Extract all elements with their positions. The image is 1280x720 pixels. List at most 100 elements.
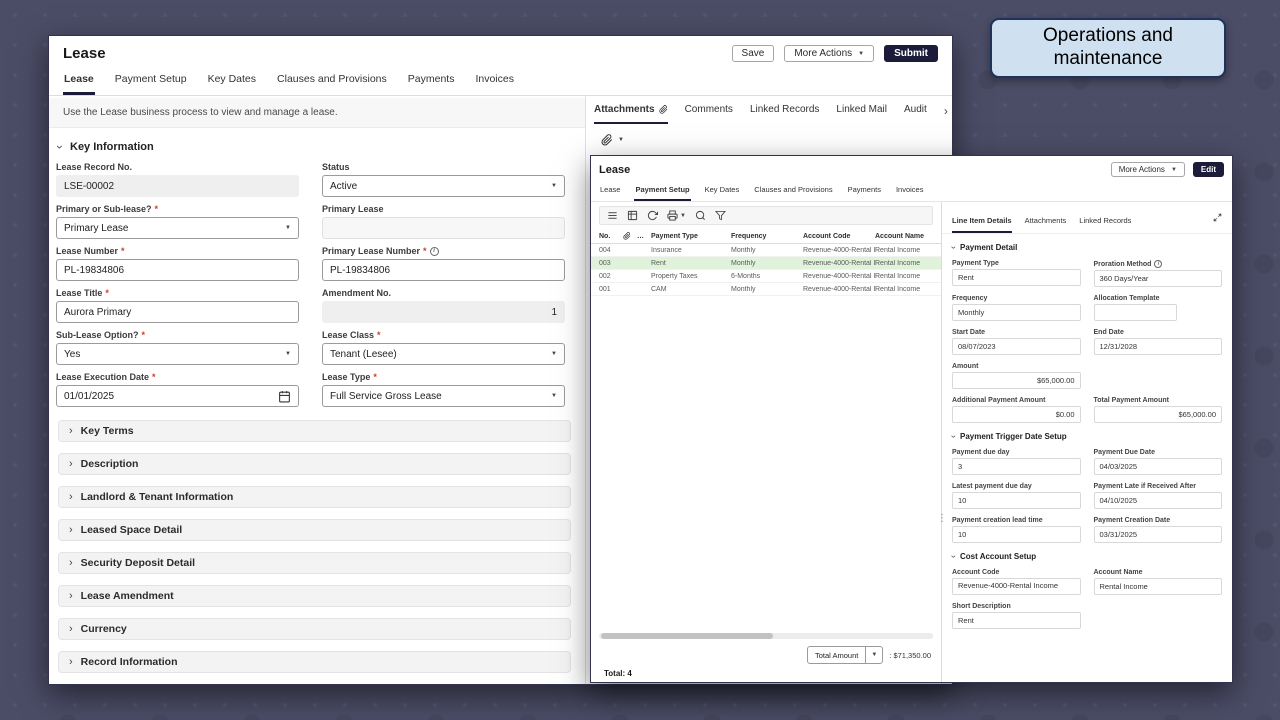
tab-payment-setup[interactable]: Payment Setup: [114, 65, 188, 95]
tab-linked-mail[interactable]: Linked Mail: [836, 104, 887, 124]
table-row[interactable]: 001 CAM Monthly Revenue-4000-Rental I...…: [591, 283, 941, 296]
section-security-deposit-detail[interactable]: ›Security Deposit Detail: [58, 552, 571, 574]
additional-payment-amount-value[interactable]: $0.00: [952, 406, 1081, 423]
primary-lease-number-input[interactable]: PL-19834806: [322, 259, 565, 281]
submit-button[interactable]: Submit: [884, 45, 938, 62]
overlay-body: ⋮ ▼ No. … Payment Type Frequency Account…: [591, 202, 1232, 682]
section-record-information[interactable]: ›Record Information: [58, 651, 571, 673]
payment-creation-date-value[interactable]: 03/31/2025: [1094, 526, 1223, 543]
col-actions[interactable]: …: [637, 233, 651, 240]
table-view-icon[interactable]: [627, 210, 638, 221]
tab-lease[interactable]: Lease: [63, 65, 95, 95]
payment-due-day-value[interactable]: 3: [952, 458, 1081, 475]
proration-method-value[interactable]: 360 Days/Year: [1094, 270, 1223, 287]
col-account-code[interactable]: Account Code: [803, 233, 875, 240]
status-select[interactable]: Active ▼: [322, 175, 565, 197]
tab-line-item-details[interactable]: Line Item Details: [952, 216, 1012, 233]
end-date-value[interactable]: 12/31/2028: [1094, 338, 1223, 355]
aggregate-select[interactable]: Total Amount ▼: [807, 646, 883, 664]
edit-button[interactable]: Edit: [1193, 162, 1224, 177]
ov-tab-clauses-and-provisions[interactable]: Clauses and Provisions: [753, 179, 833, 201]
chevron-right-icon[interactable]: ›: [944, 105, 948, 117]
section-payment-trigger-date-setup[interactable]: › Payment Trigger Date Setup: [952, 432, 1222, 441]
tab-key-dates[interactable]: Key Dates: [207, 65, 257, 95]
tab-linked-records[interactable]: Linked Records: [1079, 216, 1131, 233]
print-icon[interactable]: ▼: [667, 210, 686, 221]
payment-type-value[interactable]: Rent: [952, 269, 1081, 286]
tab-attachments[interactable]: Attachments: [1025, 216, 1067, 233]
calendar-icon[interactable]: [278, 390, 291, 403]
ov-tab-lease[interactable]: Lease: [599, 179, 621, 201]
latest-payment-due-day-value[interactable]: 10: [952, 492, 1081, 509]
section-landlord-tenant-information[interactable]: ›Landlord & Tenant Information: [58, 486, 571, 508]
section-key-terms[interactable]: ›Key Terms: [58, 420, 571, 442]
more-actions-button[interactable]: More Actions ▼: [784, 45, 874, 62]
allocation-template-value[interactable]: [1094, 304, 1178, 321]
payment-creation-lead-value[interactable]: 10: [952, 526, 1081, 543]
cell-payment-type: Insurance: [651, 247, 731, 254]
amount-value[interactable]: $65,000.00: [952, 372, 1081, 389]
field-label: Primary Lease: [322, 204, 384, 214]
field-payment-creation-lead: Payment creation lead time 10: [952, 517, 1081, 543]
payment-due-date-value[interactable]: 04/03/2025: [1094, 458, 1223, 475]
tab-audit[interactable]: Audit: [904, 104, 927, 124]
col-account-name[interactable]: Account Name: [875, 233, 941, 240]
tab-payments[interactable]: Payments: [407, 65, 456, 95]
field-account-name: Account Name Rental Income: [1094, 569, 1223, 595]
list-view-icon[interactable]: [607, 210, 618, 221]
add-attachment-button[interactable]: ▼: [601, 134, 952, 146]
table-row[interactable]: 004 Insurance Monthly Revenue-4000-Renta…: [591, 244, 941, 257]
sub-lease-option-select[interactable]: Yes ▼: [56, 343, 299, 365]
table-row[interactable]: 002 Property Taxes 6-Months Revenue-4000…: [591, 270, 941, 283]
table-row[interactable]: 003 Rent Monthly Revenue-4000-Rental I..…: [591, 257, 941, 270]
save-button[interactable]: Save: [732, 45, 775, 62]
expand-icon[interactable]: [1213, 213, 1222, 222]
col-no[interactable]: No.: [599, 233, 623, 240]
scrollbar-thumb[interactable]: [601, 633, 773, 639]
lease-execution-date-input[interactable]: 01/01/2025: [56, 385, 299, 407]
account-name-value[interactable]: Rental Income: [1094, 578, 1223, 595]
lease-number-input[interactable]: PL-19834806: [56, 259, 299, 281]
col-payment-type[interactable]: Payment Type: [651, 233, 731, 240]
lease-type-select[interactable]: Full Service Gross Lease ▼: [322, 385, 565, 407]
lease-class-select[interactable]: Tenant (Lesee) ▼: [322, 343, 565, 365]
section-payment-detail[interactable]: › Payment Detail: [952, 243, 1222, 252]
tab-clauses-and-provisions[interactable]: Clauses and Provisions: [276, 65, 388, 95]
col-frequency[interactable]: Frequency: [731, 233, 803, 240]
start-date-value[interactable]: 08/07/2023: [952, 338, 1081, 355]
more-actions-button[interactable]: More Actions ▼: [1111, 162, 1185, 177]
section-currency[interactable]: ›Currency: [58, 618, 571, 640]
chevron-right-icon: ›: [69, 459, 73, 470]
tab-linked-records[interactable]: Linked Records: [750, 104, 819, 124]
filter-icon[interactable]: [715, 210, 726, 221]
tab-comments[interactable]: Comments: [685, 104, 733, 124]
payment-late-after-value[interactable]: 04/10/2025: [1094, 492, 1223, 509]
horizontal-scrollbar[interactable]: [599, 633, 933, 639]
primary-or-sub-lease-select[interactable]: Primary Lease ▼: [56, 217, 299, 239]
chevron-down-icon: ▼: [680, 213, 686, 219]
field-additional-payment-amount: Additional Payment Amount $0.00: [952, 397, 1081, 423]
tab-invoices[interactable]: Invoices: [474, 65, 515, 95]
account-code-value[interactable]: Revenue-4000-Rental Income: [952, 578, 1081, 595]
refresh-icon[interactable]: [647, 210, 658, 221]
ov-tab-payments[interactable]: Payments: [847, 179, 882, 201]
detail-panel-content: › Payment Detail Payment Type Rent Prora…: [942, 234, 1232, 682]
frequency-value[interactable]: Monthly: [952, 304, 1081, 321]
section-lease-amendment[interactable]: ›Lease Amendment: [58, 585, 571, 607]
ov-tab-key-dates[interactable]: Key Dates: [704, 179, 741, 201]
section-leased-space-detail[interactable]: ›Leased Space Detail: [58, 519, 571, 541]
required-marker: *: [142, 330, 146, 340]
splitter-handle[interactable]: ⋮: [937, 514, 947, 523]
field-payment-due-day: Payment due day 3: [952, 449, 1081, 475]
ov-tab-invoices[interactable]: Invoices: [895, 179, 925, 201]
section-description[interactable]: ›Description: [58, 453, 571, 475]
search-icon[interactable]: [695, 210, 706, 221]
lease-title-input[interactable]: Aurora Primary: [56, 301, 299, 323]
chevron-down-icon: ▼: [618, 137, 624, 143]
ov-tab-payment-setup[interactable]: Payment Setup: [634, 179, 690, 201]
section-key-information[interactable]: › Key Information: [58, 141, 571, 153]
short-description-value[interactable]: Rent: [952, 612, 1081, 629]
tab-attachments[interactable]: Attachments: [594, 104, 668, 124]
section-cost-account-setup[interactable]: › Cost Account Setup: [952, 552, 1222, 561]
field-allocation-template: Allocation Template: [1094, 295, 1223, 321]
